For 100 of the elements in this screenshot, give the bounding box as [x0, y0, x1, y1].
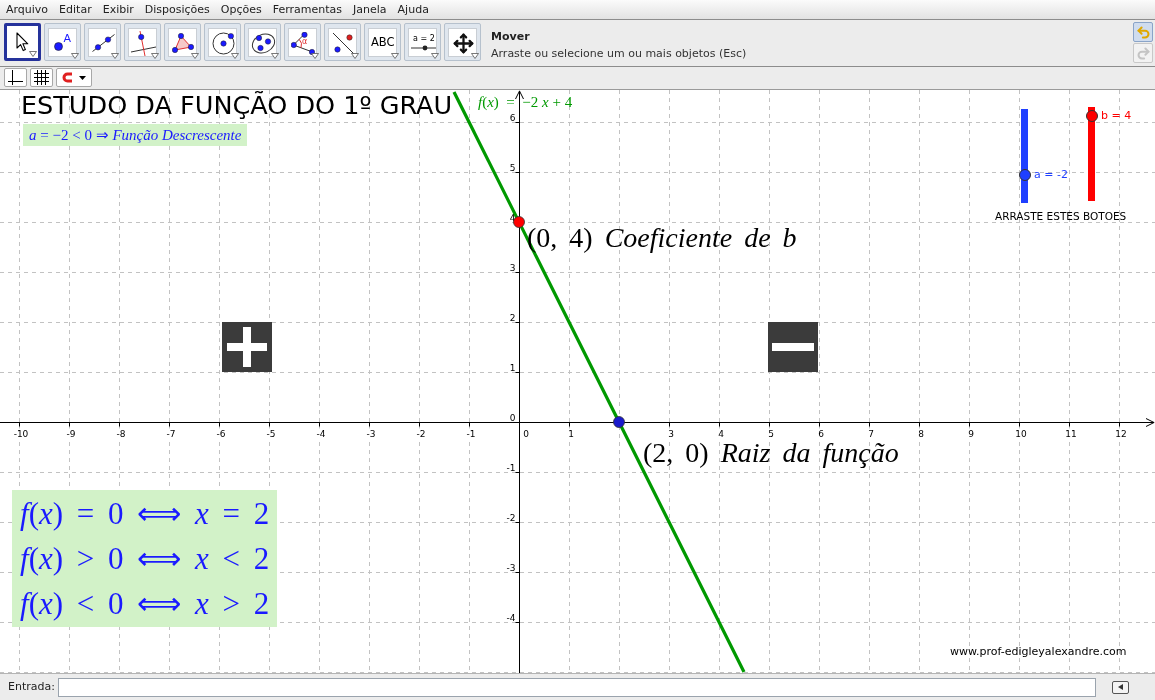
y-tick-label: -2 [506, 513, 516, 523]
condition-text: f(x) = 0 ⟺ x = 2 [20, 495, 270, 533]
line-through-points-icon [92, 33, 115, 52]
x-tick-label: -7 [166, 428, 176, 439]
x-tick-label: 7 [868, 428, 874, 439]
grid-toggle-button[interactable] [30, 68, 53, 87]
tool-button[interactable] [124, 23, 161, 61]
tool-button[interactable] [84, 23, 121, 61]
triangle-polygon-icon [172, 32, 194, 53]
grid-icon [34, 70, 49, 85]
menu-item[interactable]: Janela [353, 2, 387, 17]
condition-text: f(x) > 0 ⟺ x < 2 [20, 540, 270, 578]
dropdown-triangle-icon [191, 53, 199, 59]
triangle-left-icon [1117, 684, 1123, 690]
y-tick-label: 3 [509, 263, 516, 273]
axes-toggle-button[interactable] [4, 68, 27, 87]
dropdown-triangle-icon [151, 53, 159, 59]
tool-help-text: Arraste ou selecione um ou mais objetos (Esc) [491, 47, 747, 60]
dropdown-triangle-icon [111, 53, 119, 59]
x-tick-label: -8 [116, 428, 126, 439]
x-tick-label: -3 [366, 428, 376, 439]
menu-item[interactable]: Editar [59, 2, 92, 17]
y-tick-label: -4 [506, 613, 516, 623]
pointer-icon [16, 31, 29, 52]
tool-button[interactable]: A [44, 23, 81, 61]
redo-arrow-icon [1135, 45, 1151, 61]
tool-button[interactable] [324, 23, 361, 61]
x-tick-label: -4 [316, 428, 326, 439]
x-tick-label: -2 [416, 428, 426, 439]
y-tick-label: -3 [506, 563, 516, 573]
tool-button[interactable] [4, 23, 41, 61]
tool-icon-text: A [63, 32, 71, 44]
slider-hint: ARRASTE ESTES BOTOES [995, 210, 1127, 223]
menu-item[interactable]: Ajuda [397, 2, 429, 17]
input-field[interactable] [57, 677, 1096, 697]
tool-button[interactable]: ABC [364, 23, 401, 61]
x-tick-label: 9 [968, 428, 974, 439]
y-tick-label: 5 [509, 163, 516, 173]
x-tick-label: -10 [13, 428, 29, 439]
angle-icon [291, 31, 315, 55]
graphics-view[interactable] [0, 90, 1155, 673]
magnet-icon [62, 72, 73, 83]
point-capture-button[interactable] [56, 68, 92, 87]
y-tick-label: 6 [509, 113, 516, 123]
slider-value-label: b = 4 [1101, 109, 1132, 124]
dropdown-triangle-icon [471, 53, 479, 59]
x-tick-label: -6 [216, 428, 226, 439]
slider-icon [411, 44, 436, 51]
circle-icon [211, 30, 236, 56]
point-marker[interactable] [513, 216, 525, 228]
tool-button[interactable] [444, 23, 481, 61]
menu-item[interactable]: Opções [220, 2, 262, 17]
menu-item[interactable]: Exibir [102, 2, 134, 17]
ellipse-icon [251, 31, 276, 55]
x-tick-label: 6 [818, 428, 824, 439]
dropdown-triangle-icon [71, 53, 79, 59]
tool-button[interactable] [244, 23, 281, 61]
tool-name: Mover [491, 30, 531, 43]
slope-note: a = −2 < 0 ⇒ Função Descrescente [23, 124, 248, 146]
x-tick-label: -9 [66, 428, 76, 439]
input-label: Entrada: [8, 680, 55, 694]
function-label: f(x) = −2 x + 4 [478, 93, 573, 111]
tool-button[interactable]: α [284, 23, 321, 61]
menu-item[interactable]: Disposições [144, 2, 210, 17]
menu-item[interactable]: Arquivo [6, 2, 49, 17]
tool-icon-text: a = 2 [413, 34, 435, 43]
point-label: (0, 4) Coeficiente de b [527, 222, 797, 254]
point-icon [54, 41, 63, 51]
x-tick-label: 11 [1065, 428, 1077, 439]
undo-arrow-icon [1135, 24, 1151, 40]
tool-button[interactable] [164, 23, 201, 61]
minus-sign-icon [768, 322, 818, 372]
x-tick-label: 12 [1115, 428, 1127, 439]
worksheet-title: ESTUDO DA FUNÇÃO DO 1º GRAU [21, 90, 453, 121]
point-label: (2, 0) Raiz da função [643, 437, 899, 469]
x-tick-label: 1 [568, 428, 574, 439]
x-tick-label: 10 [1015, 428, 1027, 439]
tool-icon-text: ABC [371, 36, 395, 48]
point-marker[interactable] [613, 416, 625, 428]
y-tick-label: -1 [506, 463, 516, 473]
credit-text: www.prof-edigleyalexandre.com [950, 645, 1127, 658]
plus-sign-icon [222, 322, 272, 372]
x-tick-label: -5 [266, 428, 276, 439]
dropdown-triangle-icon [311, 53, 319, 59]
dropdown-triangle-icon [231, 53, 239, 59]
dropdown-triangle-icon [431, 53, 439, 59]
y-tick-label: 1 [509, 363, 516, 373]
condition-text: f(x) < 0 ⟺ x > 2 [20, 585, 270, 623]
x-tick-label: 3 [668, 428, 674, 439]
menu-item[interactable]: Ferramentas [272, 2, 343, 17]
x-tick-label: 8 [918, 428, 924, 439]
y-tick-label: 4 [509, 213, 516, 223]
slider-thumb[interactable] [1019, 168, 1031, 181]
x-tick-label: 4 [718, 428, 724, 439]
input-help-button[interactable] [1111, 680, 1129, 694]
x-tick-label: 5 [768, 428, 774, 439]
tool-button[interactable]: a = 2 [404, 23, 441, 61]
slider-thumb[interactable] [1086, 110, 1098, 123]
caret-icon [79, 75, 86, 80]
tool-button[interactable] [204, 23, 241, 61]
